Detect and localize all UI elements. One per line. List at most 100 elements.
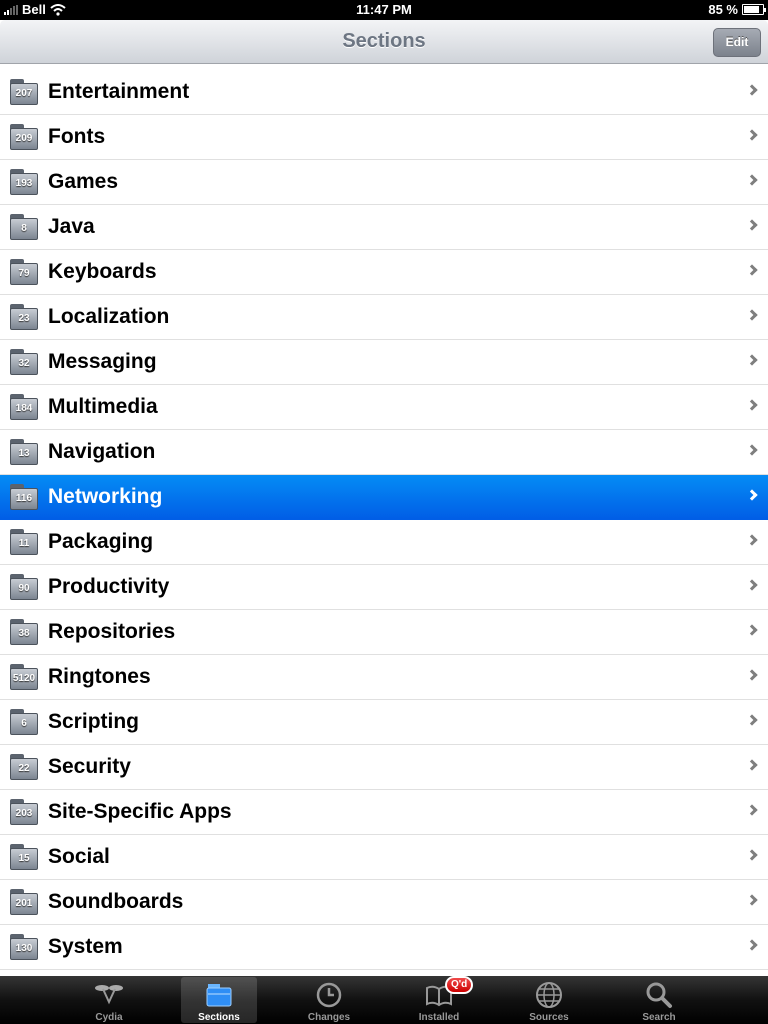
tab-cydia[interactable]: Cydia	[71, 977, 147, 1023]
section-name: Packaging	[48, 530, 154, 553]
folder-icon: 6	[10, 709, 38, 735]
section-row[interactable]: 79 Keyboards	[0, 250, 768, 295]
chevron-right-icon	[746, 669, 758, 681]
folder-icon: 22	[10, 754, 38, 780]
queued-badge: Q'd	[445, 976, 474, 994]
status-bar: Bell 11:47 PM 85 %	[0, 0, 768, 20]
section-name: Soundboards	[48, 890, 184, 913]
section-row[interactable]: 193 Games	[0, 160, 768, 205]
section-count: 201	[10, 893, 38, 915]
chevron-right-icon	[746, 84, 758, 96]
section-row[interactable]: 184 Multimedia	[0, 385, 768, 430]
section-name: Productivity	[48, 575, 170, 598]
section-row[interactable]: 201 Soundboards	[0, 880, 768, 925]
section-row[interactable]: 90 Productivity	[0, 565, 768, 610]
section-count: 184	[10, 398, 38, 420]
section-name: Fonts	[48, 125, 106, 148]
section-row[interactable]: 8 Java	[0, 205, 768, 250]
section-row[interactable]: 32 Messaging	[0, 340, 768, 385]
clock-icon	[314, 980, 344, 1010]
chevron-right-icon	[746, 624, 758, 636]
section-row[interactable]: 15 Social	[0, 835, 768, 880]
section-count: 11	[10, 533, 38, 555]
chevron-right-icon	[746, 714, 758, 726]
section-count: 22	[10, 758, 38, 780]
tab-installed[interactable]: Installed Q'd	[401, 976, 477, 1023]
section-count: 32	[10, 353, 38, 375]
section-row[interactable]: 209 Fonts	[0, 115, 768, 160]
cydia-icon	[94, 980, 124, 1010]
section-count: 6	[10, 713, 38, 735]
tab-changes[interactable]: Changes	[291, 977, 367, 1023]
edit-button[interactable]: Edit	[713, 28, 761, 57]
folder-icon: 207	[10, 79, 38, 105]
section-row[interactable]: 13 Navigation	[0, 430, 768, 475]
folder-icon: 209	[10, 124, 38, 150]
section-name: Localization	[48, 305, 170, 328]
status-time: 11:47 PM	[356, 2, 412, 17]
folder-icon: 5120	[10, 664, 38, 690]
section-name: Repositories	[48, 620, 176, 643]
sections-list: 207 Entertainment 209 Fonts 193 Games 8 Java 79 K…	[0, 70, 768, 976]
folder-icon: 203	[10, 799, 38, 825]
globe-icon	[534, 980, 564, 1010]
section-row[interactable]: 22 Security	[0, 745, 768, 790]
chevron-right-icon	[746, 804, 758, 816]
chevron-right-icon	[746, 849, 758, 861]
section-count: 79	[10, 263, 38, 285]
chevron-right-icon	[746, 174, 758, 186]
folder-icon: 23	[10, 304, 38, 330]
tab-sections[interactable]: Sections	[181, 977, 257, 1023]
folder-icon: 184	[10, 394, 38, 420]
folder-icon: 15	[10, 844, 38, 870]
section-count: 193	[10, 173, 38, 195]
section-row[interactable]: 6 Scripting	[0, 700, 768, 745]
tab-label: Cydia	[95, 1012, 123, 1023]
section-count: 13	[10, 443, 38, 465]
section-count: 90	[10, 578, 38, 600]
chevron-right-icon	[746, 444, 758, 456]
folder-icon: 116	[10, 484, 38, 510]
section-row[interactable]: 116 Networking	[0, 475, 768, 520]
section-row[interactable]: 203 Site-Specific Apps	[0, 790, 768, 835]
folder-icon: 11	[10, 529, 38, 555]
folder-icon: 32	[10, 349, 38, 375]
section-row[interactable]: 130 System	[0, 925, 768, 970]
section-name: Games	[48, 170, 119, 193]
battery-icon	[742, 4, 766, 15]
section-name: System	[48, 935, 123, 958]
section-name: Ringtones	[48, 665, 151, 688]
section-count: 116	[10, 488, 38, 510]
chevron-right-icon	[746, 219, 758, 231]
section-row[interactable]: 207 Entertainment	[0, 70, 768, 115]
section-name: Java	[48, 215, 95, 238]
section-name: Entertainment	[48, 80, 190, 103]
battery-percent: 85 %	[708, 2, 738, 17]
section-count: 207	[10, 83, 38, 105]
section-row[interactable]: 38 Repositories	[0, 610, 768, 655]
page-title: Sections	[342, 30, 426, 52]
section-count: 130	[10, 938, 38, 960]
chevron-right-icon	[746, 399, 758, 411]
section-name: Navigation	[48, 440, 156, 463]
chevron-right-icon	[746, 534, 758, 546]
chevron-right-icon	[746, 939, 758, 951]
section-name: Security	[48, 755, 131, 778]
section-count: 8	[10, 218, 38, 240]
section-name: Social	[48, 845, 110, 868]
section-count: 15	[10, 848, 38, 870]
sections-icon	[204, 980, 234, 1010]
section-row[interactable]: 11 Packaging	[0, 520, 768, 565]
section-name: Site-Specific Apps	[48, 800, 232, 823]
tab-label: Sections	[198, 1012, 240, 1023]
folder-icon: 90	[10, 574, 38, 600]
folder-icon: 201	[10, 889, 38, 915]
section-row[interactable]: 5120 Ringtones	[0, 655, 768, 700]
tab-search[interactable]: Search	[621, 977, 697, 1023]
tab-sources[interactable]: Sources	[511, 977, 587, 1023]
folder-icon: 130	[10, 934, 38, 960]
section-row[interactable]: 23 Localization	[0, 295, 768, 340]
section-count: 38	[10, 623, 38, 645]
chevron-right-icon	[746, 129, 758, 141]
tab-label: Sources	[529, 1012, 569, 1023]
